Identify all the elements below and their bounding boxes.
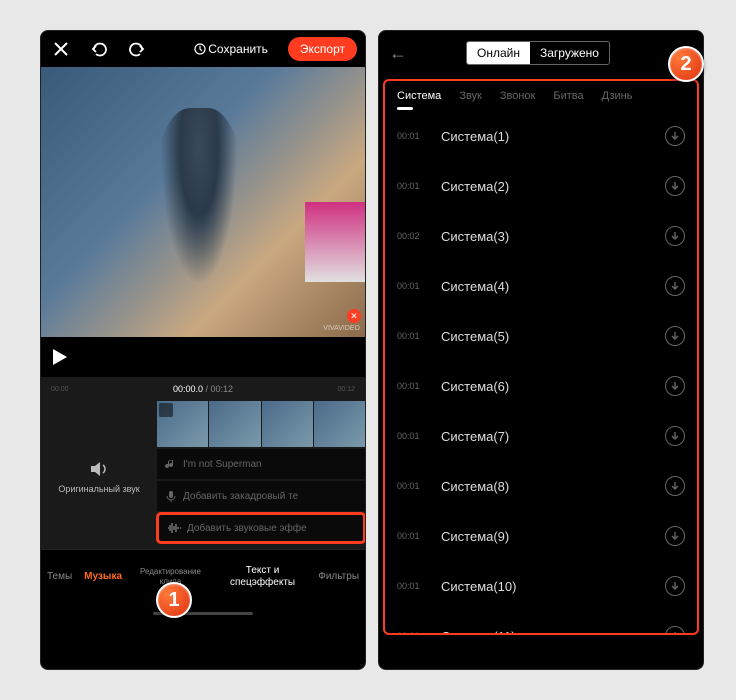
sound-duration: 00:02 [397, 231, 425, 241]
tick-end: 00:12 [337, 386, 355, 393]
undo-icon[interactable] [87, 37, 111, 61]
bottom-tabs: Темы Музыка Редактирование клипа Текст и… [41, 549, 365, 603]
play-icon[interactable] [53, 349, 67, 365]
sound-library-screen: ← Онлайн Загружено Система Звук Звонок Б… [378, 30, 704, 670]
original-sound-label: Оригинальный звук [58, 484, 139, 496]
tracks: I'm not Superman Добавить закадровый те … [157, 401, 365, 549]
music-note-icon [165, 458, 177, 470]
toggle-downloaded[interactable]: Загружено [530, 42, 609, 64]
clip-thumbnails[interactable] [157, 401, 365, 447]
library-topbar: ← Онлайн Загружено [379, 31, 703, 75]
download-icon[interactable] [665, 126, 685, 146]
sound-rows: 00:01 Система(1) 00:01 Система(2) 00:02 Систе… [385, 111, 697, 635]
video-preview[interactable]: ✕ VIVAVIDEO [41, 67, 365, 337]
voiceover-track[interactable]: Добавить закадровый те [157, 481, 365, 511]
download-icon[interactable] [665, 476, 685, 496]
timeline-header: 00:00 00:12 00:00.0 / 00:12 [41, 377, 365, 401]
callout-2: 2 [668, 46, 704, 82]
timeline[interactable]: Оригинальный звук I'm not Superman Добав… [41, 401, 365, 549]
sound-list-container: Система Звук Звонок Битва Дзинь 00:01 Сис… [383, 79, 699, 635]
sound-name: Система(6) [441, 379, 509, 394]
download-icon[interactable] [665, 576, 685, 596]
cat-system[interactable]: Система [397, 90, 441, 102]
sound-duration: 00:01 [397, 631, 425, 635]
sound-duration: 00:01 [397, 131, 425, 141]
sound-item[interactable]: 00:02 Система(3) [385, 211, 697, 261]
original-sound-toggle[interactable]: Оригинальный звук [41, 401, 157, 549]
sound-name: Система(5) [441, 329, 509, 344]
music-track[interactable]: I'm not Superman [157, 449, 365, 479]
sound-item[interactable]: 00:01 Система(7) [385, 411, 697, 461]
top-bar: Сохранить Экспорт [41, 31, 365, 67]
download-icon[interactable] [665, 326, 685, 346]
voiceover-label: Добавить закадровый те [183, 491, 298, 502]
sound-duration: 00:01 [397, 181, 425, 191]
cat-battle[interactable]: Битва [553, 90, 583, 102]
sound-item[interactable]: 00:01 Система(1) [385, 111, 697, 161]
tick-start: 00:00 [51, 386, 69, 393]
cat-ding[interactable]: Дзинь [602, 90, 633, 102]
save-label: Сохранить [208, 42, 268, 56]
tab-text-fx[interactable]: Текст и спецэффекты [213, 565, 312, 589]
sound-name: Система(11) [441, 629, 516, 636]
redo-icon[interactable] [125, 37, 149, 61]
download-icon[interactable] [665, 226, 685, 246]
sound-item[interactable]: 00:01 Система(11) [385, 611, 697, 635]
cat-ring[interactable]: Звонок [500, 90, 536, 102]
download-icon[interactable] [665, 176, 685, 196]
watermark-text: VIVAVIDEO [323, 325, 360, 332]
sound-duration: 00:01 [397, 381, 425, 391]
cat-sound[interactable]: Звук [459, 90, 482, 102]
sound-duration: 00:01 [397, 281, 425, 291]
download-icon[interactable] [665, 526, 685, 546]
sound-name: Система(2) [441, 179, 509, 194]
back-icon[interactable]: ← [389, 43, 407, 64]
sound-duration: 00:01 [397, 581, 425, 591]
sound-duration: 00:01 [397, 331, 425, 341]
tab-music[interactable]: Музыка [78, 571, 128, 583]
download-icon[interactable] [665, 426, 685, 446]
sound-duration: 00:01 [397, 531, 425, 541]
android-nav [41, 603, 365, 623]
sound-item[interactable]: 00:01 Система(8) [385, 461, 697, 511]
download-icon[interactable] [665, 376, 685, 396]
music-track-label: I'm not Superman [183, 459, 262, 470]
editor-screen: Сохранить Экспорт ✕ VIVAVIDEO 00:00 00:1… [40, 30, 366, 670]
sound-duration: 00:01 [397, 431, 425, 441]
sound-item[interactable]: 00:01 Система(10) [385, 561, 697, 611]
sfx-label: Добавить звуковые эффе [187, 523, 307, 534]
sound-item[interactable]: 00:01 Система(4) [385, 261, 697, 311]
sfx-track[interactable]: Добавить звуковые эффе [157, 513, 365, 543]
sound-name: Система(7) [441, 429, 509, 444]
sound-name: Система(1) [441, 129, 509, 144]
toggle-online[interactable]: Онлайн [467, 42, 530, 64]
sound-name: Система(3) [441, 229, 509, 244]
download-icon[interactable] [665, 276, 685, 296]
export-button[interactable]: Экспорт [288, 37, 357, 61]
mic-icon [165, 490, 177, 502]
save-button[interactable]: Сохранить [194, 42, 268, 56]
play-bar [41, 337, 365, 377]
sound-item[interactable]: 00:01 Система(9) [385, 511, 697, 561]
sound-duration: 00:01 [397, 481, 425, 491]
sound-name: Система(4) [441, 279, 509, 294]
speaker-icon [88, 458, 110, 480]
sound-name: Система(8) [441, 479, 509, 494]
category-tabs: Система Звук Звонок Битва Дзинь [385, 81, 697, 111]
tab-filters[interactable]: Фильтры [312, 571, 365, 583]
source-toggle: Онлайн Загружено [466, 41, 610, 65]
tab-themes[interactable]: Темы [41, 571, 78, 583]
sound-name: Система(10) [441, 579, 516, 594]
soundwave-icon [167, 522, 181, 534]
sound-item[interactable]: 00:01 Система(6) [385, 361, 697, 411]
sound-item[interactable]: 00:01 Система(5) [385, 311, 697, 361]
download-icon[interactable] [665, 626, 685, 635]
sound-name: Система(9) [441, 529, 509, 544]
remove-watermark-icon[interactable]: ✕ [347, 309, 361, 323]
callout-1: 1 [156, 582, 192, 618]
sound-item[interactable]: 00:01 Система(2) [385, 161, 697, 211]
close-icon[interactable] [49, 37, 73, 61]
